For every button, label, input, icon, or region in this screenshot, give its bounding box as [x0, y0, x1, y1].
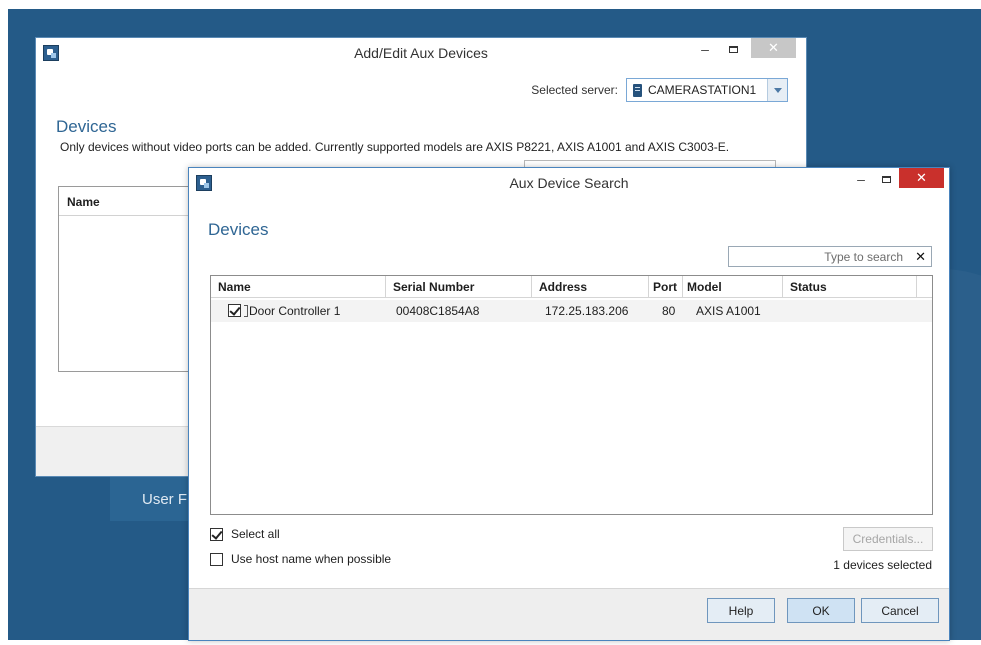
- device-address: 172.25.183.206: [545, 304, 629, 318]
- column-header-status[interactable]: Status: [783, 276, 917, 298]
- column-header-port[interactable]: Port: [649, 276, 683, 298]
- select-all-checkbox[interactable]: [210, 527, 223, 541]
- credentials-button[interactable]: Credentials...: [843, 527, 933, 551]
- use-host-name-checkbox[interactable]: [210, 552, 223, 566]
- device-grid[interactable]: Name Serial Number Address Port Model St…: [210, 275, 933, 515]
- table-row[interactable]: Door Controller 1 00408C1854A8 172.25.18…: [211, 300, 932, 322]
- use-host-name-label: Use host name when possible: [231, 552, 392, 566]
- row-checkbox[interactable]: [228, 304, 241, 317]
- supported-models-note: Only devices without video ports can be …: [60, 140, 730, 154]
- column-header-name[interactable]: Name: [211, 276, 386, 298]
- device-list[interactable]: Name: [58, 186, 188, 372]
- server-selector-row: Selected server: CAMERASTATION1: [531, 78, 788, 102]
- grid-header: Name Serial Number Address Port Model St…: [211, 276, 932, 298]
- devices-heading: Devices: [56, 117, 117, 136]
- search-box[interactable]: ✕: [728, 246, 932, 267]
- device-model: AXIS A1001: [696, 304, 761, 318]
- title-bar[interactable]: Aux Device Search – ✕: [189, 168, 949, 198]
- device-name: Door Controller 1: [249, 304, 341, 318]
- column-header-model[interactable]: Model: [683, 276, 783, 298]
- name-column-header: Name: [67, 195, 100, 209]
- server-value: CAMERASTATION1: [648, 83, 757, 97]
- title-bar[interactable]: Add/Edit Aux Devices – ✕: [36, 38, 806, 68]
- window-title: Aux Device Search: [509, 175, 629, 191]
- column-header-address[interactable]: Address: [532, 276, 649, 298]
- minimize-button[interactable]: –: [692, 38, 718, 60]
- select-all-option[interactable]: Select all: [210, 527, 280, 541]
- device-icon: [244, 305, 248, 317]
- select-all-label: Select all: [231, 527, 280, 541]
- server-icon: [633, 83, 642, 97]
- dropdown-arrow[interactable]: [767, 79, 787, 101]
- maximize-button[interactable]: [720, 38, 746, 60]
- devices-heading: Devices: [208, 220, 269, 239]
- chevron-down-icon: [773, 87, 782, 93]
- close-button[interactable]: ✕: [751, 38, 796, 58]
- cancel-button[interactable]: Cancel: [861, 598, 939, 623]
- minimize-button[interactable]: –: [848, 168, 874, 190]
- column-header-serial-number[interactable]: Serial Number: [386, 276, 532, 298]
- header-divider: [59, 215, 188, 216]
- ok-button[interactable]: OK: [787, 598, 855, 623]
- device-port: 80: [662, 304, 676, 318]
- aux-device-search-window: Aux Device Search – ✕ Devices ✕ Name Ser…: [188, 167, 950, 641]
- device-serial: 00408C1854A8: [396, 304, 480, 318]
- search-input[interactable]: [729, 247, 909, 266]
- user-tile-label: User F: [142, 490, 187, 508]
- selected-server-label: Selected server:: [531, 83, 618, 97]
- clear-search-icon[interactable]: ✕: [915, 249, 926, 265]
- maximize-icon: [728, 45, 738, 53]
- use-host-name-option[interactable]: Use host name when possible: [210, 552, 391, 566]
- window-title: Add/Edit Aux Devices: [354, 45, 488, 61]
- maximize-icon: [881, 175, 891, 183]
- close-button[interactable]: ✕: [899, 168, 944, 188]
- help-button[interactable]: Help: [707, 598, 775, 623]
- selected-count: 1 devices selected: [833, 558, 932, 572]
- maximize-button[interactable]: [873, 168, 899, 190]
- server-dropdown[interactable]: CAMERASTATION1: [626, 78, 788, 102]
